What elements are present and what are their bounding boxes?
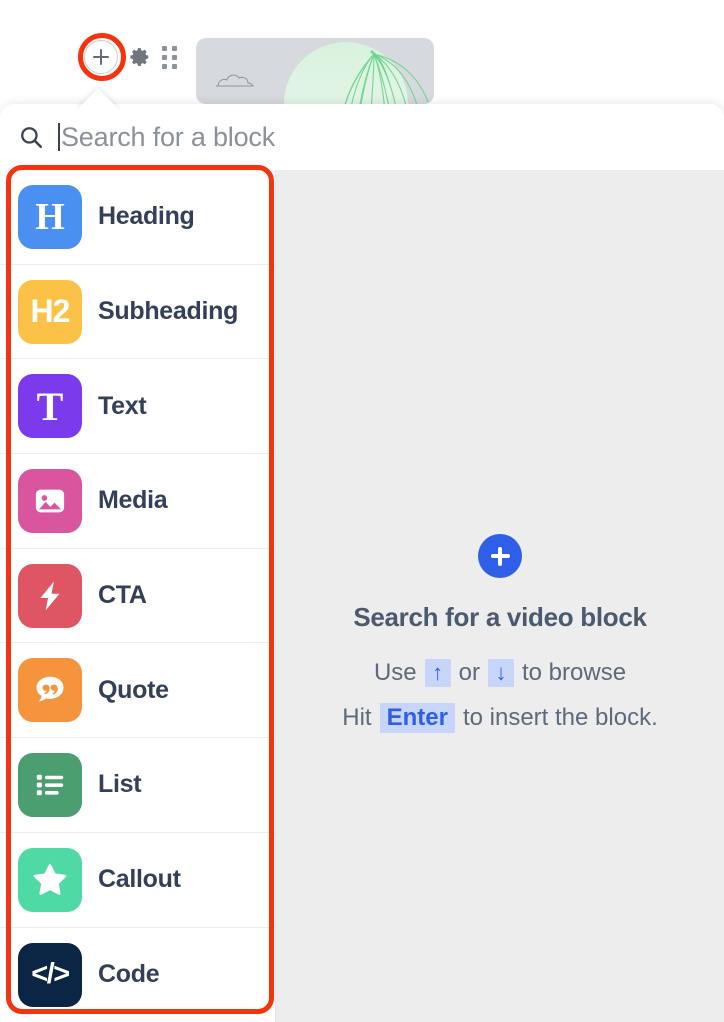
block-item-label: Code bbox=[98, 960, 160, 989]
handle-dot bbox=[162, 54, 167, 60]
block-list-item-quote[interactable]: Quote bbox=[0, 643, 275, 739]
block-item-label: List bbox=[98, 770, 142, 799]
block-list-item-callout[interactable]: Callout bbox=[0, 832, 275, 928]
handle-dot bbox=[162, 63, 167, 69]
popover-pointer bbox=[76, 87, 120, 109]
key-arrow-down: ↓ bbox=[487, 659, 514, 687]
block-item-label: CTA bbox=[98, 581, 147, 610]
search-icon bbox=[21, 127, 42, 148]
subheading-icon: H2 bbox=[18, 279, 82, 344]
block-list-item-heading[interactable]: H Heading bbox=[0, 170, 275, 265]
block-picker-popover: Search for a block H Heading H2 Subheadi… bbox=[0, 104, 724, 1022]
hint-middle: or bbox=[458, 659, 480, 686]
text-icon: T bbox=[18, 374, 82, 439]
media-icon bbox=[18, 468, 82, 533]
editor-toolbar bbox=[84, 40, 177, 74]
screen: Search for a block H Heading H2 Subheadi… bbox=[0, 0, 724, 1022]
plus-circle-icon bbox=[478, 534, 522, 578]
callout-star-icon bbox=[18, 847, 82, 912]
key-enter: Enter bbox=[379, 703, 455, 733]
search-input[interactable]: Search for a block bbox=[58, 117, 706, 157]
hint-prefix: Hit bbox=[342, 704, 372, 731]
block-list-item-list[interactable]: List bbox=[0, 738, 275, 833]
hint-prefix: Use bbox=[373, 659, 417, 686]
handle-dot bbox=[162, 45, 167, 51]
add-block-button[interactable] bbox=[84, 40, 118, 74]
hint-insert: Hit Enter to insert the block. bbox=[339, 703, 660, 733]
block-item-label: Text bbox=[98, 391, 147, 420]
plus-icon-vertical bbox=[99, 49, 103, 65]
block-item-label: Callout bbox=[98, 865, 181, 894]
popover-body: H Heading H2 Subheading T Text Media CTA… bbox=[0, 170, 724, 1022]
block-item-label: Subheading bbox=[98, 297, 239, 326]
block-item-label: Quote bbox=[98, 675, 169, 704]
handle-dot bbox=[172, 54, 177, 60]
cover-image-card[interactable] bbox=[196, 38, 434, 104]
block-list-item-subheading[interactable]: H2 Subheading bbox=[0, 264, 275, 360]
block-type-list: H Heading H2 Subheading T Text Media CTA… bbox=[0, 170, 276, 1022]
list-icon bbox=[18, 752, 82, 817]
hint-browse: Use ↑ or ↓ to browse bbox=[371, 659, 629, 687]
plus-bar-v bbox=[498, 546, 502, 566]
text-caret bbox=[58, 123, 60, 151]
heading-icon: H bbox=[18, 184, 82, 249]
empty-state-title: Search for a video block bbox=[353, 602, 647, 632]
code-icon: </> bbox=[18, 942, 82, 1007]
palm-clouds-illustration bbox=[215, 42, 429, 104]
block-list-item-text[interactable]: T Text bbox=[0, 359, 275, 455]
block-item-label: Media bbox=[98, 486, 168, 515]
key-arrow-up: ↑ bbox=[424, 659, 451, 687]
block-list-item-code[interactable]: </> Code bbox=[0, 927, 275, 1022]
hint-suffix: to browse bbox=[521, 659, 627, 686]
handle-dot bbox=[172, 45, 177, 51]
cta-bolt-icon bbox=[18, 563, 82, 628]
block-list-item-cta[interactable]: CTA bbox=[0, 548, 275, 644]
block-list-item-media[interactable]: Media bbox=[0, 454, 275, 549]
search-placeholder: Search for a block bbox=[61, 121, 276, 152]
drag-handle-icon[interactable] bbox=[162, 45, 177, 69]
search-bar[interactable]: Search for a block bbox=[0, 104, 724, 170]
hint-suffix: to insert the block. bbox=[462, 704, 658, 731]
gear-icon[interactable] bbox=[129, 46, 151, 68]
block-item-label: Heading bbox=[98, 202, 195, 231]
quote-icon bbox=[18, 658, 82, 723]
handle-dot bbox=[172, 63, 177, 69]
block-preview-pane: Search for a video block Use ↑ or ↓ to b… bbox=[276, 170, 724, 1022]
